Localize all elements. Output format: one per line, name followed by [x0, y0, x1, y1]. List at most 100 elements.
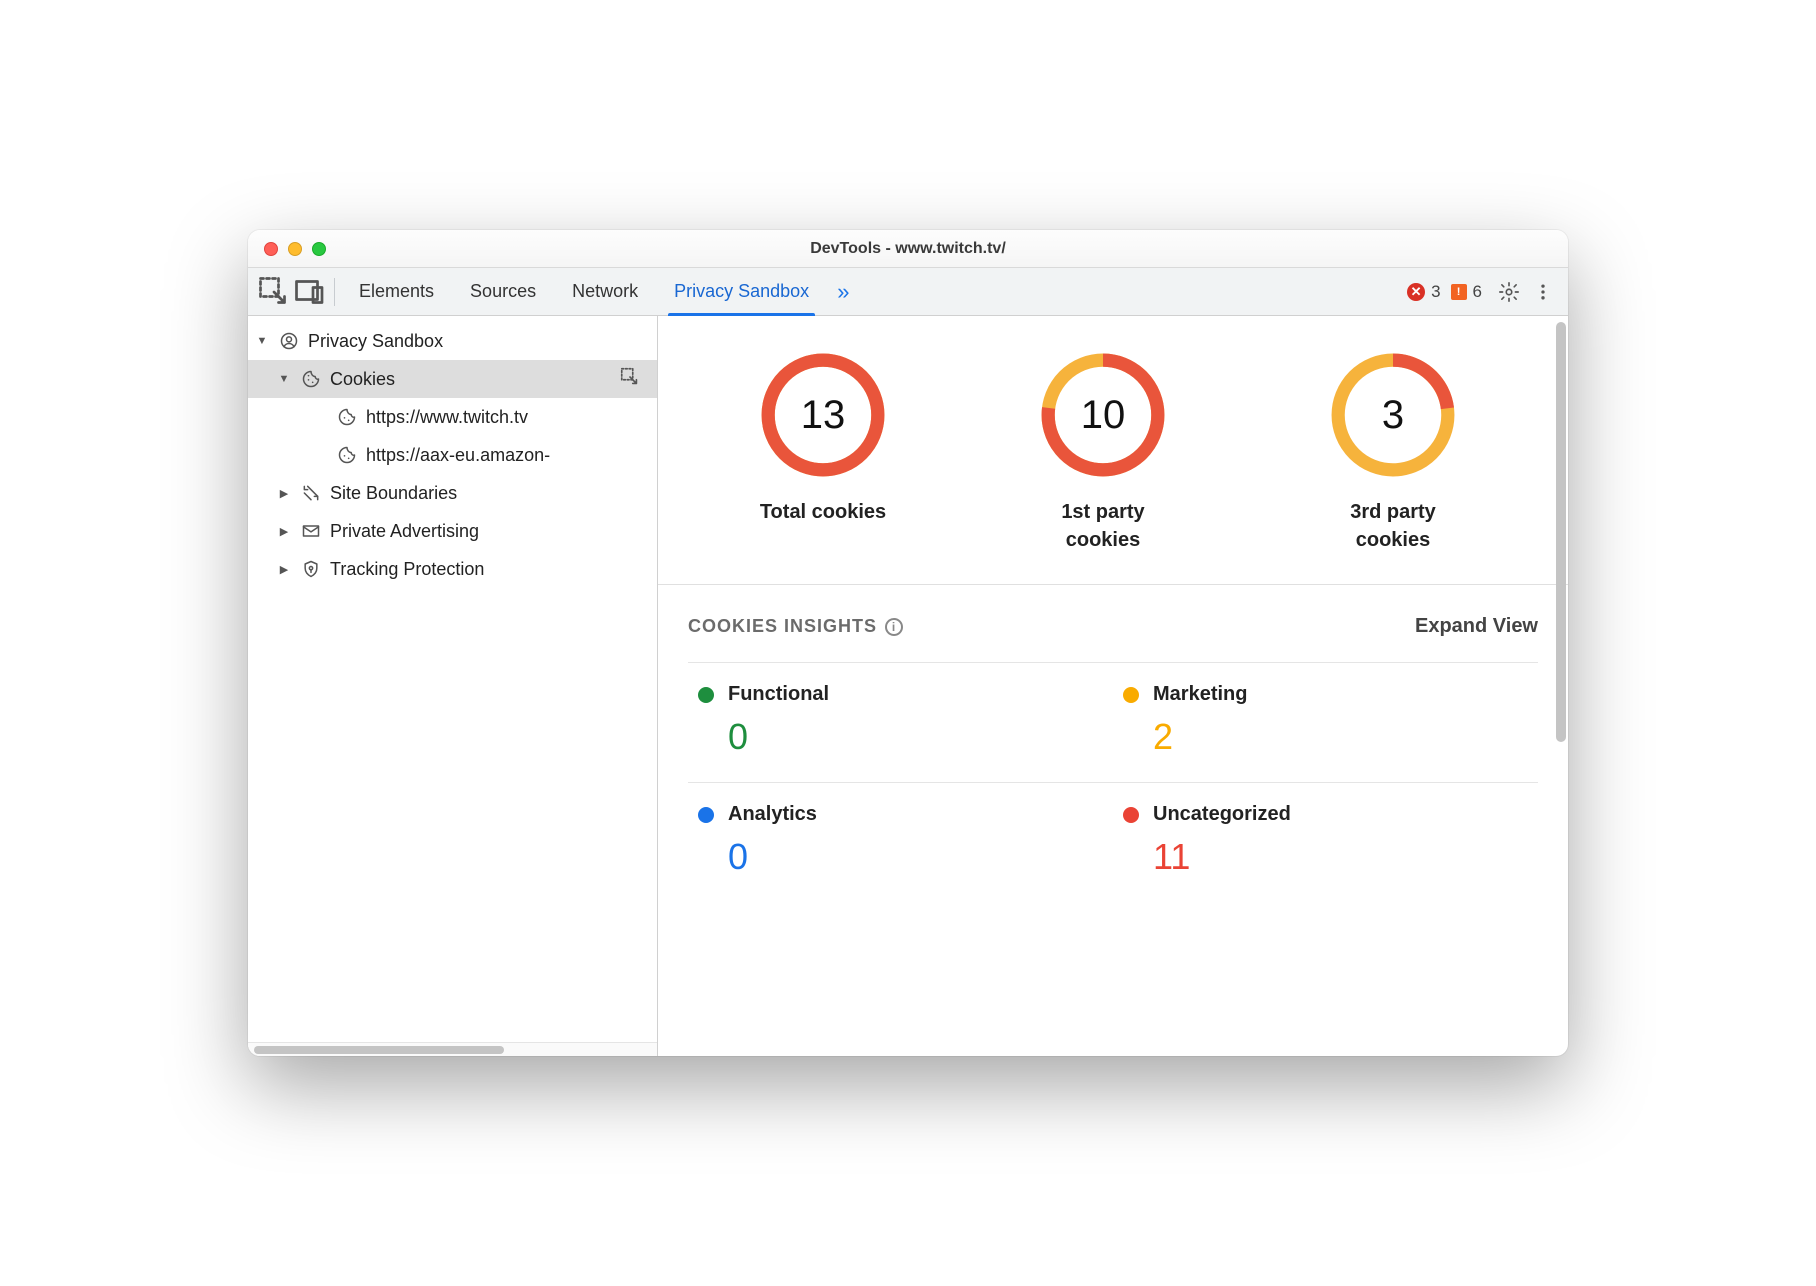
chevron-right-icon[interactable]: [276, 525, 292, 538]
tree-node-origin[interactable]: https://aax-eu.amazon-: [248, 436, 657, 474]
more-tabs-icon[interactable]: »: [827, 279, 859, 305]
tree-node-privacy-sandbox[interactable]: Privacy Sandbox: [248, 322, 657, 360]
window-title: DevTools - www.twitch.tv/: [248, 240, 1568, 258]
ring-value: 13: [758, 350, 888, 480]
insight-name: Functional: [728, 683, 829, 706]
chevron-down-icon[interactable]: [254, 335, 270, 347]
insight-card[interactable]: Functional 0: [688, 662, 1113, 782]
cookie-icon: [336, 406, 358, 428]
tree-node-cookies[interactable]: Cookies: [248, 360, 657, 398]
horizontal-scrollbar[interactable]: [248, 1042, 657, 1056]
device-toolbar-icon[interactable]: [292, 274, 328, 310]
divider: [658, 584, 1568, 585]
insight-card[interactable]: Uncategorized 11: [1113, 782, 1538, 902]
tree-label: Tracking Protection: [330, 559, 484, 580]
vertical-scrollbar-thumb[interactable]: [1556, 322, 1566, 742]
ring-card[interactable]: 3 3rd party cookies: [1318, 350, 1468, 554]
tab-privacy-sandbox[interactable]: Privacy Sandbox: [656, 268, 827, 316]
inspect-element-icon[interactable]: [619, 366, 641, 393]
expand-view-button[interactable]: Expand View: [1415, 615, 1538, 638]
info-icon[interactable]: i: [885, 618, 903, 636]
tab-label: Sources: [470, 281, 536, 302]
tree-label: https://aax-eu.amazon-: [366, 445, 550, 466]
donut-chart: 3: [1328, 350, 1458, 480]
shield-icon: [300, 558, 322, 580]
toolbar-divider: [334, 278, 335, 306]
warning-count: 6: [1473, 282, 1482, 302]
cookie-icon: [300, 368, 322, 390]
scrollbar-thumb[interactable]: [254, 1046, 504, 1054]
insight-header: Marketing: [1123, 683, 1528, 706]
traffic-lights: [248, 242, 326, 256]
maximize-button[interactable]: [312, 242, 326, 256]
privacy-sandbox-icon: [278, 330, 300, 352]
close-button[interactable]: [264, 242, 278, 256]
tab-label: Elements: [359, 281, 434, 302]
tab-elements[interactable]: Elements: [341, 268, 452, 316]
devtools-window: DevTools - www.twitch.tv/ Elements Sourc…: [248, 230, 1568, 1056]
tab-network[interactable]: Network: [554, 268, 656, 316]
error-badge[interactable]: ✕ 3: [1407, 282, 1440, 302]
error-icon: ✕: [1407, 283, 1425, 301]
minimize-button[interactable]: [288, 242, 302, 256]
ring-value: 3: [1328, 350, 1458, 480]
insight-card[interactable]: Analytics 0: [688, 782, 1113, 902]
ring-label: Total cookies: [760, 498, 886, 526]
tree-node-origin[interactable]: https://www.twitch.tv: [248, 398, 657, 436]
tab-label: Network: [572, 281, 638, 302]
tree-label: Cookies: [330, 369, 395, 390]
tree-label: https://www.twitch.tv: [366, 407, 528, 428]
titlebar: DevTools - www.twitch.tv/: [248, 230, 1568, 268]
tree-label: Site Boundaries: [330, 483, 457, 504]
insight-header: Analytics: [698, 803, 1103, 826]
tab-sources[interactable]: Sources: [452, 268, 554, 316]
devtools-toolbar: Elements Sources Network Privacy Sandbox…: [248, 268, 1568, 316]
insight-header: Functional: [698, 683, 1103, 706]
category-color-dot: [698, 807, 714, 823]
insight-value: 2: [1123, 716, 1528, 758]
tree-node-site-boundaries[interactable]: Site Boundaries: [248, 474, 657, 512]
warning-badge[interactable]: ! 6: [1451, 282, 1482, 302]
insight-name: Marketing: [1153, 683, 1247, 706]
chevron-right-icon[interactable]: [276, 487, 292, 500]
tree-node-tracking-protection[interactable]: Tracking Protection: [248, 550, 657, 588]
more-options-icon[interactable]: [1526, 282, 1560, 302]
tree: Privacy Sandbox Cookies: [248, 316, 657, 1042]
ring-card[interactable]: 10 1st party cookies: [1028, 350, 1178, 554]
insight-name: Analytics: [728, 803, 817, 826]
chevron-right-icon[interactable]: [276, 563, 292, 576]
inspect-element-icon[interactable]: [256, 274, 292, 310]
category-color-dot: [1123, 687, 1139, 703]
insight-card[interactable]: Marketing 2: [1113, 662, 1538, 782]
insights-title-text: COOKIES INSIGHTS: [688, 616, 877, 637]
error-count: 3: [1431, 282, 1440, 302]
site-boundaries-icon: [300, 482, 322, 504]
insight-header: Uncategorized: [1123, 803, 1528, 826]
tree-label: Privacy Sandbox: [308, 331, 443, 352]
tab-label: Privacy Sandbox: [674, 281, 809, 302]
donut-chart: 13: [758, 350, 888, 480]
ring-value: 10: [1038, 350, 1168, 480]
settings-icon[interactable]: [1492, 281, 1526, 303]
category-color-dot: [1123, 807, 1139, 823]
mail-icon: [300, 520, 322, 542]
insight-value: 11: [1123, 836, 1528, 878]
warning-icon: !: [1451, 284, 1467, 300]
insight-value: 0: [698, 836, 1103, 878]
ring-label: 3rd party cookies: [1318, 498, 1468, 554]
main-content: 13 Total cookies 10 1st party cookies 3 …: [658, 316, 1568, 1056]
insights-title: COOKIES INSIGHTS i: [688, 616, 903, 637]
panel-body: Privacy Sandbox Cookies: [248, 316, 1568, 1056]
chevron-down-icon[interactable]: [276, 373, 292, 385]
donut-chart: 10: [1038, 350, 1168, 480]
insights-header: COOKIES INSIGHTS i Expand View: [688, 615, 1538, 638]
ring-card[interactable]: 13 Total cookies: [758, 350, 888, 554]
tree-node-private-advertising[interactable]: Private Advertising: [248, 512, 657, 550]
insights-grid: Functional 0 Marketing 2 Analytics 0 Unc…: [688, 662, 1538, 902]
insight-name: Uncategorized: [1153, 803, 1291, 826]
cookie-summary-rings: 13 Total cookies 10 1st party cookies 3 …: [688, 340, 1538, 584]
sidebar: Privacy Sandbox Cookies: [248, 316, 658, 1056]
ring-label: 1st party cookies: [1028, 498, 1178, 554]
category-color-dot: [698, 687, 714, 703]
insight-value: 0: [698, 716, 1103, 758]
